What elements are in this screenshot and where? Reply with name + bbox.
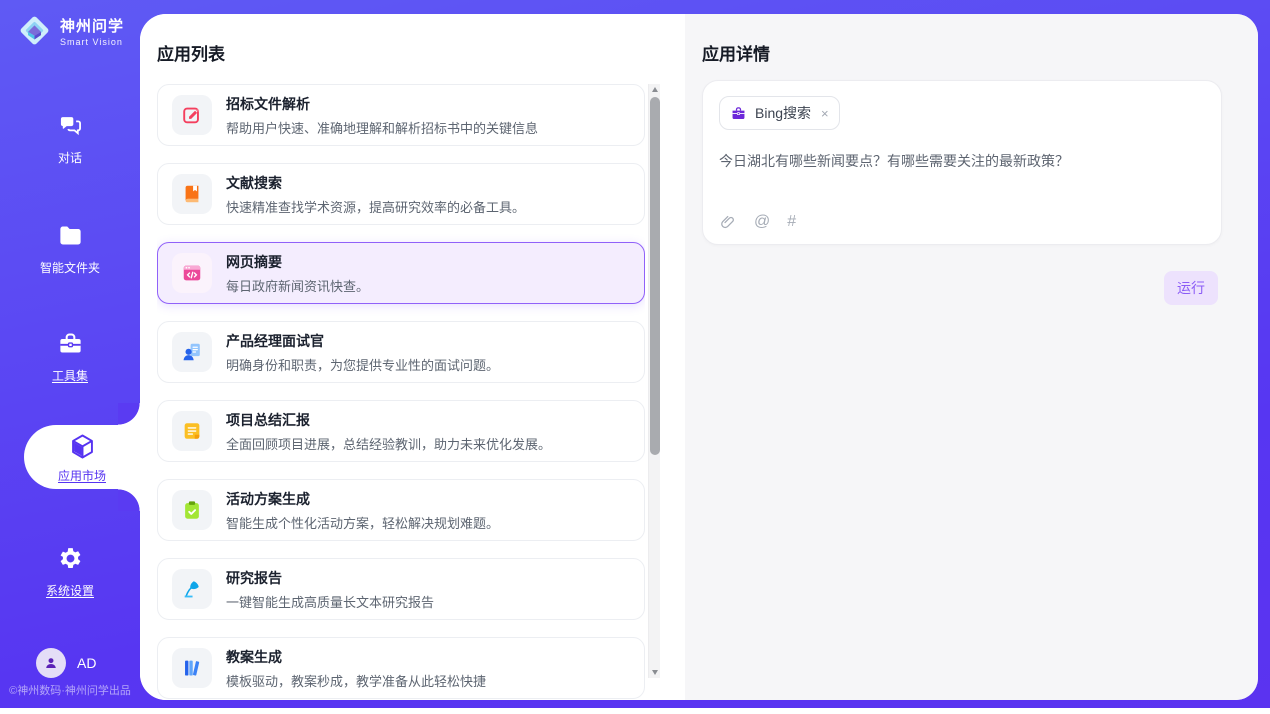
app-card[interactable]: 网页摘要 每日政府新闻资讯快查。 [157, 242, 645, 304]
app-card-title: 网页摘要 [226, 252, 369, 272]
app-card[interactable]: 项目总结汇报 全面回顾项目进展，总结经验教训，助力未来优化发展。 [157, 400, 645, 462]
close-icon[interactable]: × [821, 106, 829, 121]
app-card-desc: 模板驱动，教案秒成，教学准备从此轻松快捷 [226, 671, 486, 690]
person-icon [42, 654, 60, 672]
copyright-footer: ©神州数码·神州问学出品 [0, 682, 140, 698]
sidebar-item-label: 智能文件夹 [0, 259, 140, 276]
browser-code-icon [172, 253, 212, 293]
app-detail-title: 应用详情 [702, 40, 770, 65]
app-card-desc: 帮助用户快速、准确地理解和解析招标书中的关键信息 [226, 118, 538, 137]
edit-square-icon [172, 95, 212, 135]
run-button[interactable]: 运行 [1164, 271, 1218, 305]
scroll-up-icon[interactable] [649, 84, 661, 96]
interview-icon [172, 332, 212, 372]
at-icon[interactable]: @ [754, 214, 770, 230]
scrollbar-thumb[interactable] [650, 97, 660, 455]
app-detail-pane: 应用详情 Bing搜索 × 今日湖北有哪些新闻要点？有哪些需要关注的最新政策？ [685, 14, 1258, 700]
app-card[interactable]: 研究报告 一键智能生成高质量长文本研究报告 [157, 558, 645, 620]
sidebar: 神州问学 Smart Vision 对话 智能文件夹 [0, 0, 140, 708]
app-card-title: 教案生成 [226, 647, 486, 667]
tool-tag-label: Bing搜索 [755, 103, 811, 123]
app-card-desc: 每日政府新闻资讯快查。 [226, 276, 369, 295]
folder-icon [57, 222, 84, 249]
app-card-desc: 明确身份和职责，为您提供专业性的面试问题。 [226, 355, 499, 374]
sidebar-item-smart-folder[interactable]: 智能文件夹 [0, 222, 140, 276]
sidebar-item-settings[interactable]: 系统设置 [0, 545, 140, 599]
diamond-logo-icon [16, 12, 53, 49]
user-account[interactable]: AD [36, 648, 96, 678]
ink-pen-icon [172, 569, 212, 609]
app-card-title: 项目总结汇报 [226, 410, 551, 430]
app-card[interactable]: 教案生成 模板驱动，教案秒成，教学准备从此轻松快捷 [157, 637, 645, 699]
sidebar-item-app-market[interactable]: 应用市场 [24, 425, 140, 489]
sidebar-item-chat[interactable]: 对话 [0, 112, 140, 166]
tool-tag-bing-search[interactable]: Bing搜索 × [719, 96, 840, 130]
app-card[interactable]: 招标文件解析 帮助用户快速、准确地理解和解析招标书中的关键信息 [157, 84, 645, 146]
app-card-desc: 快速精准查找学术资源，提高研究效率的必备工具。 [226, 197, 525, 216]
scroll-down-icon[interactable] [649, 666, 661, 678]
app-card-title: 文献搜索 [226, 173, 525, 193]
gear-icon [57, 545, 84, 572]
toolbox-icon [57, 330, 84, 357]
app-card-desc: 全面回顾项目进展，总结经验教训，助力未来优化发展。 [226, 434, 551, 453]
scrollbar[interactable] [648, 84, 660, 678]
user-initials: AD [77, 655, 96, 671]
chat-icon [57, 112, 84, 139]
sidebar-item-label: 对话 [0, 149, 140, 166]
sidebar-item-toolset[interactable]: 工具集 [0, 330, 140, 384]
clipboard-check-icon [172, 490, 212, 530]
sidebar-item-label: 应用市场 [24, 467, 140, 484]
prompt-toolbar: @ # [719, 213, 1205, 231]
sidebar-item-label: 系统设置 [0, 582, 140, 599]
app-list-pane: 应用列表 招标文件解析 帮助用户快速、准确地理解和解析招标书中的关键信息 文献搜… [140, 14, 685, 700]
app-card-title: 招标文件解析 [226, 94, 538, 114]
cube-icon [68, 432, 97, 461]
brand-logo: 神州问学 Smart Vision [16, 12, 124, 49]
brand-subtitle: Smart Vision [60, 37, 124, 47]
app-card-title: 研究报告 [226, 568, 434, 588]
sidebar-item-label: 工具集 [0, 367, 140, 384]
app-card-title: 产品经理面试官 [226, 331, 499, 351]
app-card-title: 活动方案生成 [226, 489, 499, 509]
memo-icon [172, 411, 212, 451]
books-icon [172, 648, 212, 688]
app-card[interactable]: 文献搜索 快速精准查找学术资源，提高研究效率的必备工具。 [157, 163, 645, 225]
app-card[interactable]: 产品经理面试官 明确身份和职责，为您提供专业性的面试问题。 [157, 321, 645, 383]
briefcase-icon [730, 105, 747, 122]
app-list-title: 应用列表 [157, 40, 225, 65]
app-card[interactable]: 活动方案生成 智能生成个性化活动方案，轻松解决规划难题。 [157, 479, 645, 541]
app-card-desc: 智能生成个性化活动方案，轻松解决规划难题。 [226, 513, 499, 532]
prompt-card: Bing搜索 × 今日湖北有哪些新闻要点？有哪些需要关注的最新政策？ @ # [702, 80, 1222, 245]
brand-name: 神州问学 [60, 18, 124, 35]
main-content: 应用列表 招标文件解析 帮助用户快速、准确地理解和解析招标书中的关键信息 文献搜… [140, 14, 1258, 700]
book-icon [172, 174, 212, 214]
avatar [36, 648, 66, 678]
app-card-list: 招标文件解析 帮助用户快速、准确地理解和解析招标书中的关键信息 文献搜索 快速精… [157, 84, 645, 700]
prompt-text[interactable]: 今日湖北有哪些新闻要点？有哪些需要关注的最新政策？ [719, 151, 1205, 171]
hash-icon[interactable]: # [787, 214, 796, 230]
app-card-desc: 一键智能生成高质量长文本研究报告 [226, 592, 434, 611]
paperclip-icon[interactable] [719, 213, 737, 231]
